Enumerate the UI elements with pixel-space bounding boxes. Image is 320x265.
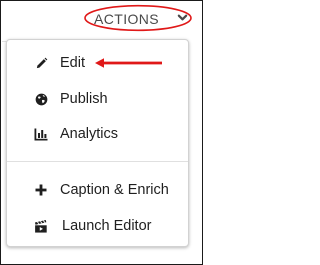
menu-item-label: Edit (60, 55, 85, 71)
pencil-icon (34, 56, 48, 70)
bar-chart-icon (34, 127, 48, 141)
menu-item-label: Publish (60, 91, 108, 107)
actions-label: ACTIONS (94, 11, 160, 27)
chevron-down-icon (177, 14, 188, 21)
menu-divider (7, 161, 188, 162)
actions-menu: Edit Publish Analytics Caption & Enrich … (6, 39, 189, 247)
menu-item-label: Analytics (60, 126, 119, 142)
globe-icon (34, 92, 48, 106)
menu-item-analytics[interactable]: Analytics (7, 119, 188, 149)
screenshot-frame: ACTIONS Edit Publish Analytics Caption &… (0, 0, 203, 265)
menu-item-edit[interactable]: Edit (7, 48, 188, 78)
plus-icon (34, 183, 48, 197)
menu-item-caption-enrich[interactable]: Caption & Enrich (7, 175, 188, 205)
menu-item-publish[interactable]: Publish (7, 84, 188, 114)
menu-item-launch-editor[interactable]: Launch Editor (7, 211, 188, 241)
menu-item-label: Caption & Enrich (60, 182, 169, 198)
menu-item-label: Launch Editor (62, 218, 152, 234)
actions-dropdown-button[interactable]: ACTIONS (85, 5, 192, 33)
clapperboard-icon (34, 219, 48, 233)
